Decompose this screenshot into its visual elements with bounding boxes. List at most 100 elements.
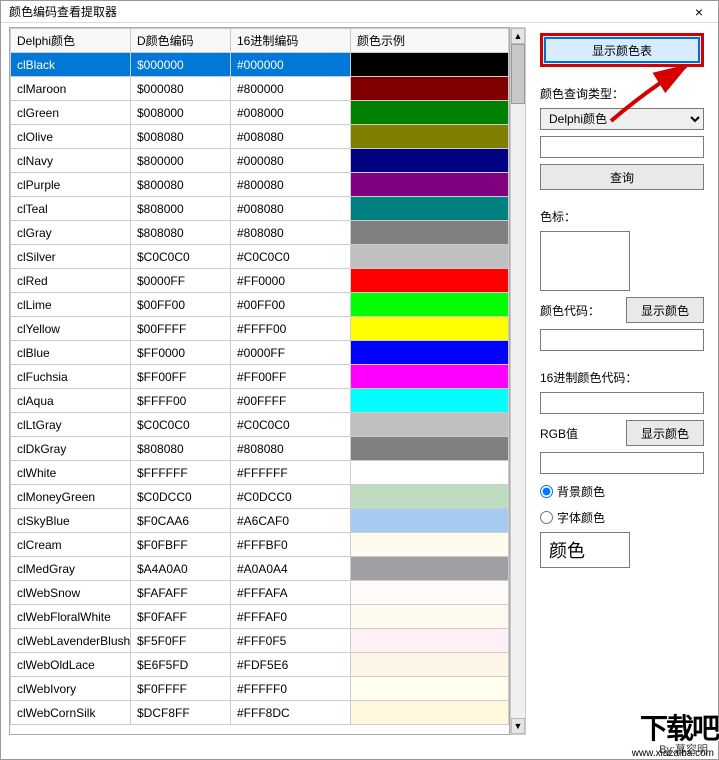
table-row[interactable]: clAqua$FFFF00#00FFFF [11,389,509,413]
color-swatch-cell [351,125,509,149]
color-swatch-cell [351,221,509,245]
table-cell: $008080 [131,125,231,149]
table-cell: clTeal [11,197,131,221]
show-color-button-2[interactable]: 显示颜色 [626,420,704,446]
color-swatch-cell [351,437,509,461]
color-swatch [351,293,508,316]
color-table[interactable]: Delphi颜色D颜色编码16进制编码颜色示例 clBlack$000000#0… [9,27,510,735]
close-icon[interactable]: × [684,4,714,20]
query-button[interactable]: 查询 [540,164,704,190]
color-swatch-cell [351,557,509,581]
show-color-table-button[interactable]: 显示颜色表 [540,33,704,67]
table-cell: #FFF0F5 [231,629,351,653]
table-cell: #00FFFF [231,389,351,413]
table-cell: #800080 [231,173,351,197]
table-row[interactable]: clLtGray$C0C0C0#C0C0C0 [11,413,509,437]
table-row[interactable]: clTeal$808000#008080 [11,197,509,221]
table-row[interactable]: clWebLavenderBlush$F5F0FF#FFF0F5 [11,629,509,653]
column-header[interactable]: 颜色示例 [351,29,509,53]
table-cell: clCream [11,533,131,557]
color-swatch [351,77,508,100]
table-cell: #C0C0C0 [231,413,351,437]
table-cell: clGreen [11,101,131,125]
table-row[interactable]: clNavy$800000#000080 [11,149,509,173]
bg-color-radio[interactable] [540,485,553,498]
table-cell: clWebIvory [11,677,131,701]
table-row[interactable]: clPurple$800080#800080 [11,173,509,197]
table-cell: clSilver [11,245,131,269]
table-row[interactable]: clWebSnow$FAFAFF#FFFAFA [11,581,509,605]
color-swatch-cell [351,293,509,317]
table-row[interactable]: clOlive$008080#008080 [11,125,509,149]
table-cell: $808000 [131,197,231,221]
table-cell: $008000 [131,101,231,125]
color-swatch [351,173,508,196]
table-cell: clNavy [11,149,131,173]
color-swatch-cell [351,677,509,701]
rgb-input[interactable] [540,452,704,474]
table-cell: $A4A0A0 [131,557,231,581]
font-color-radio[interactable] [540,511,553,524]
color-swatch [351,437,508,460]
table-row[interactable]: clWhite$FFFFFF#FFFFFF [11,461,509,485]
column-header[interactable]: Delphi颜色 [11,29,131,53]
query-input[interactable] [540,136,704,158]
table-cell: $DCF8FF [131,701,231,725]
color-swatch-box [540,231,630,291]
table-cell: $808080 [131,437,231,461]
table-cell: clDkGray [11,437,131,461]
color-swatch [351,509,508,532]
titlebar: 颜色编码查看提取器 × [1,1,718,23]
table-row[interactable]: clBlack$000000#000000 [11,53,509,77]
scrollbar[interactable]: ▲ ▼ [510,27,526,735]
scroll-track[interactable] [511,44,525,718]
color-code-input[interactable] [540,329,704,351]
table-row[interactable]: clMoneyGreen$C0DCC0#C0DCC0 [11,485,509,509]
table-cell: $C0DCC0 [131,485,231,509]
table-row[interactable]: clWebIvory$F0FFFF#FFFFF0 [11,677,509,701]
table-cell: $000080 [131,77,231,101]
table-cell: $FFFF00 [131,389,231,413]
table-cell: clWhite [11,461,131,485]
table-cell: #A0A0A4 [231,557,351,581]
color-swatch-cell [351,653,509,677]
table-row[interactable]: clCream$F0FBFF#FFFBF0 [11,533,509,557]
table-cell: clLtGray [11,413,131,437]
table-row[interactable]: clSilver$C0C0C0#C0C0C0 [11,245,509,269]
color-swatch [351,101,508,124]
table-row[interactable]: clLime$00FF00#00FF00 [11,293,509,317]
watermark-url: www.xiazaiba.com [632,748,714,759]
hex-code-input[interactable] [540,392,704,414]
font-sample-box: 颜色 [540,532,630,568]
column-header[interactable]: D颜色编码 [131,29,231,53]
show-color-button-1[interactable]: 显示颜色 [626,297,704,323]
color-swatch [351,365,508,388]
table-row[interactable]: clWebOldLace$E6F5FD#FDF5E6 [11,653,509,677]
table-row[interactable]: clGreen$008000#008000 [11,101,509,125]
table-row[interactable]: clGray$808080#808080 [11,221,509,245]
table-row[interactable]: clMaroon$000080#800000 [11,77,509,101]
color-swatch-cell [351,365,509,389]
table-row[interactable]: clDkGray$808080#808080 [11,437,509,461]
table-cell: #A6CAF0 [231,509,351,533]
table-row[interactable]: clMedGray$A4A0A0#A0A0A4 [11,557,509,581]
table-cell: #800000 [231,77,351,101]
scroll-down-icon[interactable]: ▼ [511,718,525,734]
table-row[interactable]: clRed$0000FF#FF0000 [11,269,509,293]
table-row[interactable]: clBlue$FF0000#0000FF [11,341,509,365]
table-cell: clWebOldLace [11,653,131,677]
scroll-up-icon[interactable]: ▲ [511,28,525,44]
table-cell: clRed [11,269,131,293]
table-row[interactable]: clWebCornSilk$DCF8FF#FFF8DC [11,701,509,725]
scroll-thumb[interactable] [511,44,525,104]
table-row[interactable]: clSkyBlue$F0CAA6#A6CAF0 [11,509,509,533]
color-swatch-cell [351,245,509,269]
color-swatch-cell [351,269,509,293]
table-cell: $F0FFFF [131,677,231,701]
table-row[interactable]: clYellow$00FFFF#FFFF00 [11,317,509,341]
table-row[interactable]: clFuchsia$FF00FF#FF00FF [11,365,509,389]
table-cell: clOlive [11,125,131,149]
table-row[interactable]: clWebFloralWhite$F0FAFF#FFFAF0 [11,605,509,629]
query-type-select[interactable]: Delphi颜色 [540,108,704,130]
column-header[interactable]: 16进制编码 [231,29,351,53]
